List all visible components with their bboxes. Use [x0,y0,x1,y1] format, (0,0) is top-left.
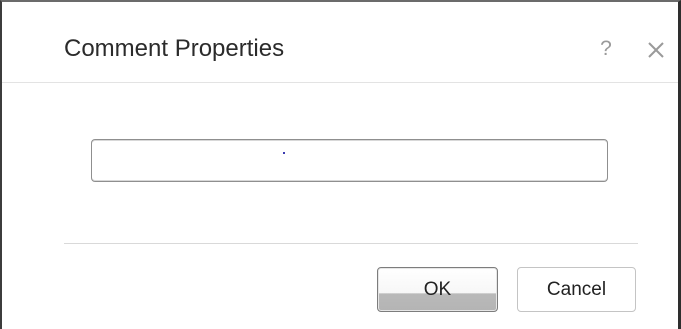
close-icon[interactable] [646,40,666,60]
dialog-titlebar: Comment Properties ? [2,2,678,83]
ok-button[interactable]: OK [377,267,498,312]
dialog-title: Comment Properties [64,35,285,62]
comment-properties-dialog: Comment Properties ? OK Cancel [0,0,681,329]
help-icon[interactable]: ? [598,37,614,61]
footer-divider [64,243,638,244]
text-cursor [283,152,285,154]
cancel-button[interactable]: Cancel [517,267,636,312]
comment-input[interactable] [91,139,608,182]
